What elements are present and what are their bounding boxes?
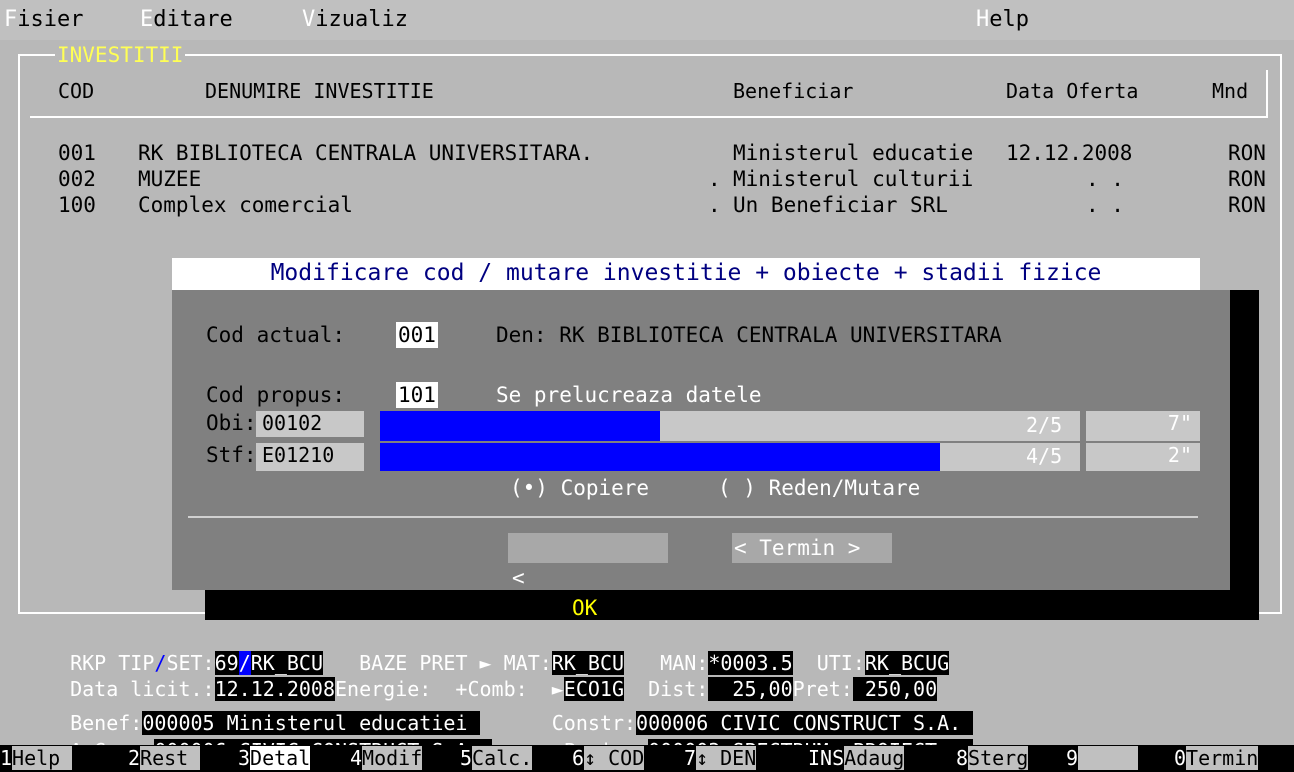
fkey-9[interactable]: 9 — [1066, 745, 1139, 772]
stf-progress-fill — [380, 443, 940, 471]
col-header-beneficiar[interactable]: Beneficiar — [733, 78, 853, 104]
row-mnd: RON — [1228, 141, 1266, 165]
ok-label: OK — [572, 596, 598, 620]
menu-editare[interactable]: Editare — [140, 7, 233, 33]
row-dot: . — [708, 193, 721, 217]
den-text: Den: RK BIBLIOTECA CENTRALA UNIVERSITARA — [496, 323, 1002, 347]
cod-actual-label: Cod actual: — [206, 323, 346, 347]
row-denumire: Complex comercial — [138, 193, 353, 217]
stf-time: 2" — [1086, 443, 1200, 471]
stf-code: E01210 — [256, 443, 364, 471]
obi-code: 00102 — [256, 411, 364, 437]
row-beneficiar: Ministerul educatie — [733, 141, 974, 165]
row-data: 12.12.2008 — [1006, 141, 1133, 165]
row-beneficiar: Ministerul culturii — [733, 167, 974, 191]
row-cod: 001 — [58, 141, 96, 165]
obi-count: 2/5 — [1026, 413, 1063, 437]
fkey-ins-adaug[interactable]: INSAdaug — [808, 745, 905, 772]
fkey-0-termin[interactable]: 0Termin — [1174, 745, 1259, 772]
col-header-cod[interactable]: COD — [58, 78, 94, 104]
fkey-3-detal[interactable]: 3Detal — [238, 745, 311, 772]
col-header-denumire[interactable]: DENUMIRE INVESTITIE — [205, 78, 434, 104]
dialog-title: Modificare cod / mutare investitie + obi… — [172, 258, 1200, 290]
fkey-8-sterg[interactable]: 8Sterg — [956, 745, 1029, 772]
row-cod: 100 — [58, 193, 96, 217]
fkey-6-cod[interactable]: 6↕ COD — [572, 745, 645, 772]
stf-label: Stf: — [206, 443, 257, 467]
col-header-data-oferta[interactable]: Data Oferta — [1006, 78, 1138, 104]
dialog-separator — [188, 516, 1198, 518]
ok-left-bracket: < — [512, 566, 525, 590]
obi-progress-bar — [380, 411, 1080, 441]
row-denumire: RK BIBLIOTECA CENTRALA UNIVERSITARA. — [138, 141, 594, 165]
radio-reden-mutare[interactable]: ( ) Reden/Mutare — [718, 475, 920, 501]
row-data: . . — [1086, 167, 1124, 191]
obi-progress-fill — [380, 411, 660, 441]
fkey-7-den[interactable]: 7↕ DEN — [684, 745, 757, 772]
fkey-5-calc[interactable]: 5Calc. — [460, 745, 533, 772]
cod-propus-label: Cod propus: — [206, 383, 346, 407]
fkey-2-rest[interactable]: 2Rest — [128, 745, 201, 772]
status-text: Se prelucreaza datele — [496, 383, 762, 407]
ok-button[interactable]: < OK > — [508, 533, 668, 650]
stf-progress-bar — [380, 443, 1080, 471]
stf-count: 4/5 — [1026, 444, 1063, 468]
obi-time: 7" — [1086, 411, 1200, 441]
cod-propus-field[interactable]: 101 — [396, 382, 438, 408]
window-title: INVESTITII — [55, 43, 186, 67]
cod-actual-field[interactable]: 001 — [396, 322, 438, 348]
fkey-1-help[interactable]: 1Help — [0, 745, 73, 772]
menu-vizualiz[interactable]: Vizualiz — [302, 7, 408, 33]
menu-bar: Fisier Editare Vizualiz Help — [0, 0, 1294, 40]
menu-fisier[interactable]: Fisier — [4, 7, 83, 33]
fkey-4-modif[interactable]: 4Modif — [350, 745, 423, 772]
menu-help[interactable]: Help — [976, 7, 1029, 33]
row-dot: . — [708, 167, 721, 191]
row-mnd: RON — [1228, 167, 1266, 191]
row-cod: 002 — [58, 167, 96, 191]
row-denumire: MUZEE — [138, 167, 202, 191]
row-data: . . — [1086, 193, 1124, 217]
radio-copiere[interactable]: (•) Copiere — [510, 475, 649, 501]
obi-label: Obi: — [206, 411, 257, 435]
function-key-bar: 1Help 2Rest 3Detal 4Modif 5Calc. 6↕ COD … — [0, 745, 1294, 772]
termin-button[interactable]: < Termin > — [732, 533, 892, 563]
row-mnd: RON — [1228, 193, 1266, 217]
row-beneficiar: Un Beneficiar SRL — [733, 193, 948, 217]
col-header-mnd[interactable]: Mnd — [1212, 78, 1248, 104]
